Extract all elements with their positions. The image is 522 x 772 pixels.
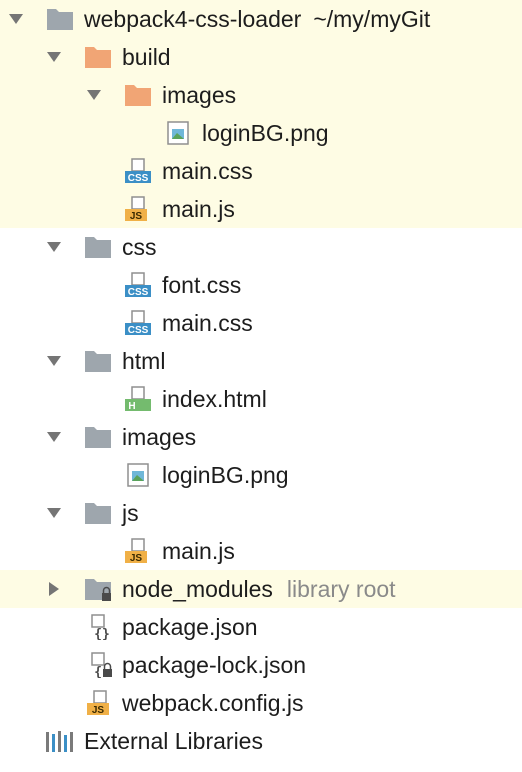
folder-label: css (122, 234, 157, 260)
folder-icon (84, 234, 112, 260)
js-badge: JS (130, 553, 143, 564)
folder-icon (84, 348, 112, 374)
folder-label: node_modules (122, 576, 273, 602)
file-label: index.html (162, 386, 267, 412)
css-badge: CSS (128, 287, 149, 298)
folder-icon (124, 82, 152, 108)
file-label: package-lock.json (122, 652, 307, 678)
external-libraries-label: External Libraries (84, 728, 263, 754)
project-name: webpack4-css-loader (84, 6, 302, 32)
folder-label: images (122, 424, 197, 450)
tree-row-js-main-js-file[interactable]: JS main.js (0, 532, 522, 570)
file-label: webpack.config.js (122, 690, 304, 716)
tree-row-package-lock-json-file[interactable]: { package-lock.json (0, 646, 522, 684)
folder-label: build (122, 44, 171, 70)
image-file-icon (164, 120, 192, 146)
chevron-down-icon[interactable] (44, 228, 64, 266)
js-badge: JS (130, 211, 143, 222)
tree-row-images-loginbg-file[interactable]: loginBG.png (0, 456, 522, 494)
file-label: font.css (162, 272, 242, 298)
chevron-down-icon[interactable] (6, 0, 26, 38)
tree-row-css-folder[interactable]: css (0, 228, 522, 266)
chevron-down-icon[interactable] (44, 494, 64, 532)
folder-label: images (162, 82, 237, 108)
chevron-right-icon[interactable] (44, 570, 64, 608)
folder-icon (84, 424, 112, 450)
file-label: main.js (162, 538, 235, 564)
chevron-down-icon[interactable] (84, 76, 104, 114)
library-root-tag: library root (286, 576, 396, 602)
css-badge: CSS (128, 325, 149, 336)
file-label: main.css (162, 158, 253, 184)
html-badge: H (128, 401, 135, 412)
folder-label: html (122, 348, 166, 374)
svg-text:{: { (94, 665, 102, 678)
html-file-icon: H (124, 386, 152, 412)
tree-row-project-root[interactable]: webpack4-css-loader ~/my/myGit (0, 0, 522, 38)
css-badge: CSS (128, 173, 149, 184)
tree-row-index-html-file[interactable]: H index.html (0, 380, 522, 418)
tree-row-package-json-file[interactable]: {} package.json (0, 608, 522, 646)
tree-row-html-folder[interactable]: html (0, 342, 522, 380)
tree-row-node-modules-folder[interactable]: node_modules library root (0, 570, 522, 608)
css-file-icon: CSS (124, 272, 152, 298)
folder-icon (84, 500, 112, 526)
tree-row-build-main-css-file[interactable]: CSS main.css (0, 152, 522, 190)
file-label: package.json (122, 614, 258, 640)
tree-row-external-libraries[interactable]: External Libraries (0, 722, 522, 760)
folder-label: js (122, 500, 139, 526)
project-path: ~/my/myGit (313, 6, 431, 32)
tree-row-images-folder[interactable]: images (0, 418, 522, 456)
library-icon (44, 728, 73, 754)
tree-row-webpack-config-file[interactable]: JS webpack.config.js (0, 684, 522, 722)
tree-row-js-folder[interactable]: js (0, 494, 522, 532)
js-file-icon: JS (124, 538, 152, 564)
tree-row-build-images-folder[interactable]: images (0, 76, 522, 114)
json-file-icon: {} (86, 614, 114, 640)
svg-text:{}: {} (94, 627, 110, 640)
locked-folder-icon (84, 576, 112, 602)
folder-icon (46, 6, 74, 32)
tree-row-css-main-css-file[interactable]: CSS main.css (0, 304, 522, 342)
css-file-icon: CSS (124, 158, 152, 184)
chevron-down-icon[interactable] (44, 38, 64, 76)
project-tree: webpack4-css-loader ~/my/myGit build imag… (0, 0, 522, 772)
tree-row-font-css-file[interactable]: CSS font.css (0, 266, 522, 304)
css-file-icon: CSS (124, 310, 152, 336)
file-label: loginBG.png (162, 462, 289, 488)
file-label: main.js (162, 196, 235, 222)
tree-row-build-main-js-file[interactable]: JS main.js (0, 190, 522, 228)
locked-json-file-icon: { (86, 652, 114, 678)
chevron-down-icon[interactable] (44, 342, 64, 380)
file-label: loginBG.png (202, 120, 329, 146)
js-file-icon: JS (124, 196, 152, 222)
image-file-icon (124, 462, 152, 488)
tree-row-build-loginbg-file[interactable]: loginBG.png (0, 114, 522, 152)
file-label: main.css (162, 310, 253, 336)
js-file-icon: JS (86, 690, 114, 716)
chevron-down-icon[interactable] (44, 418, 64, 456)
js-badge: JS (92, 705, 105, 716)
folder-icon (84, 44, 112, 70)
tree-row-build-folder[interactable]: build (0, 38, 522, 76)
